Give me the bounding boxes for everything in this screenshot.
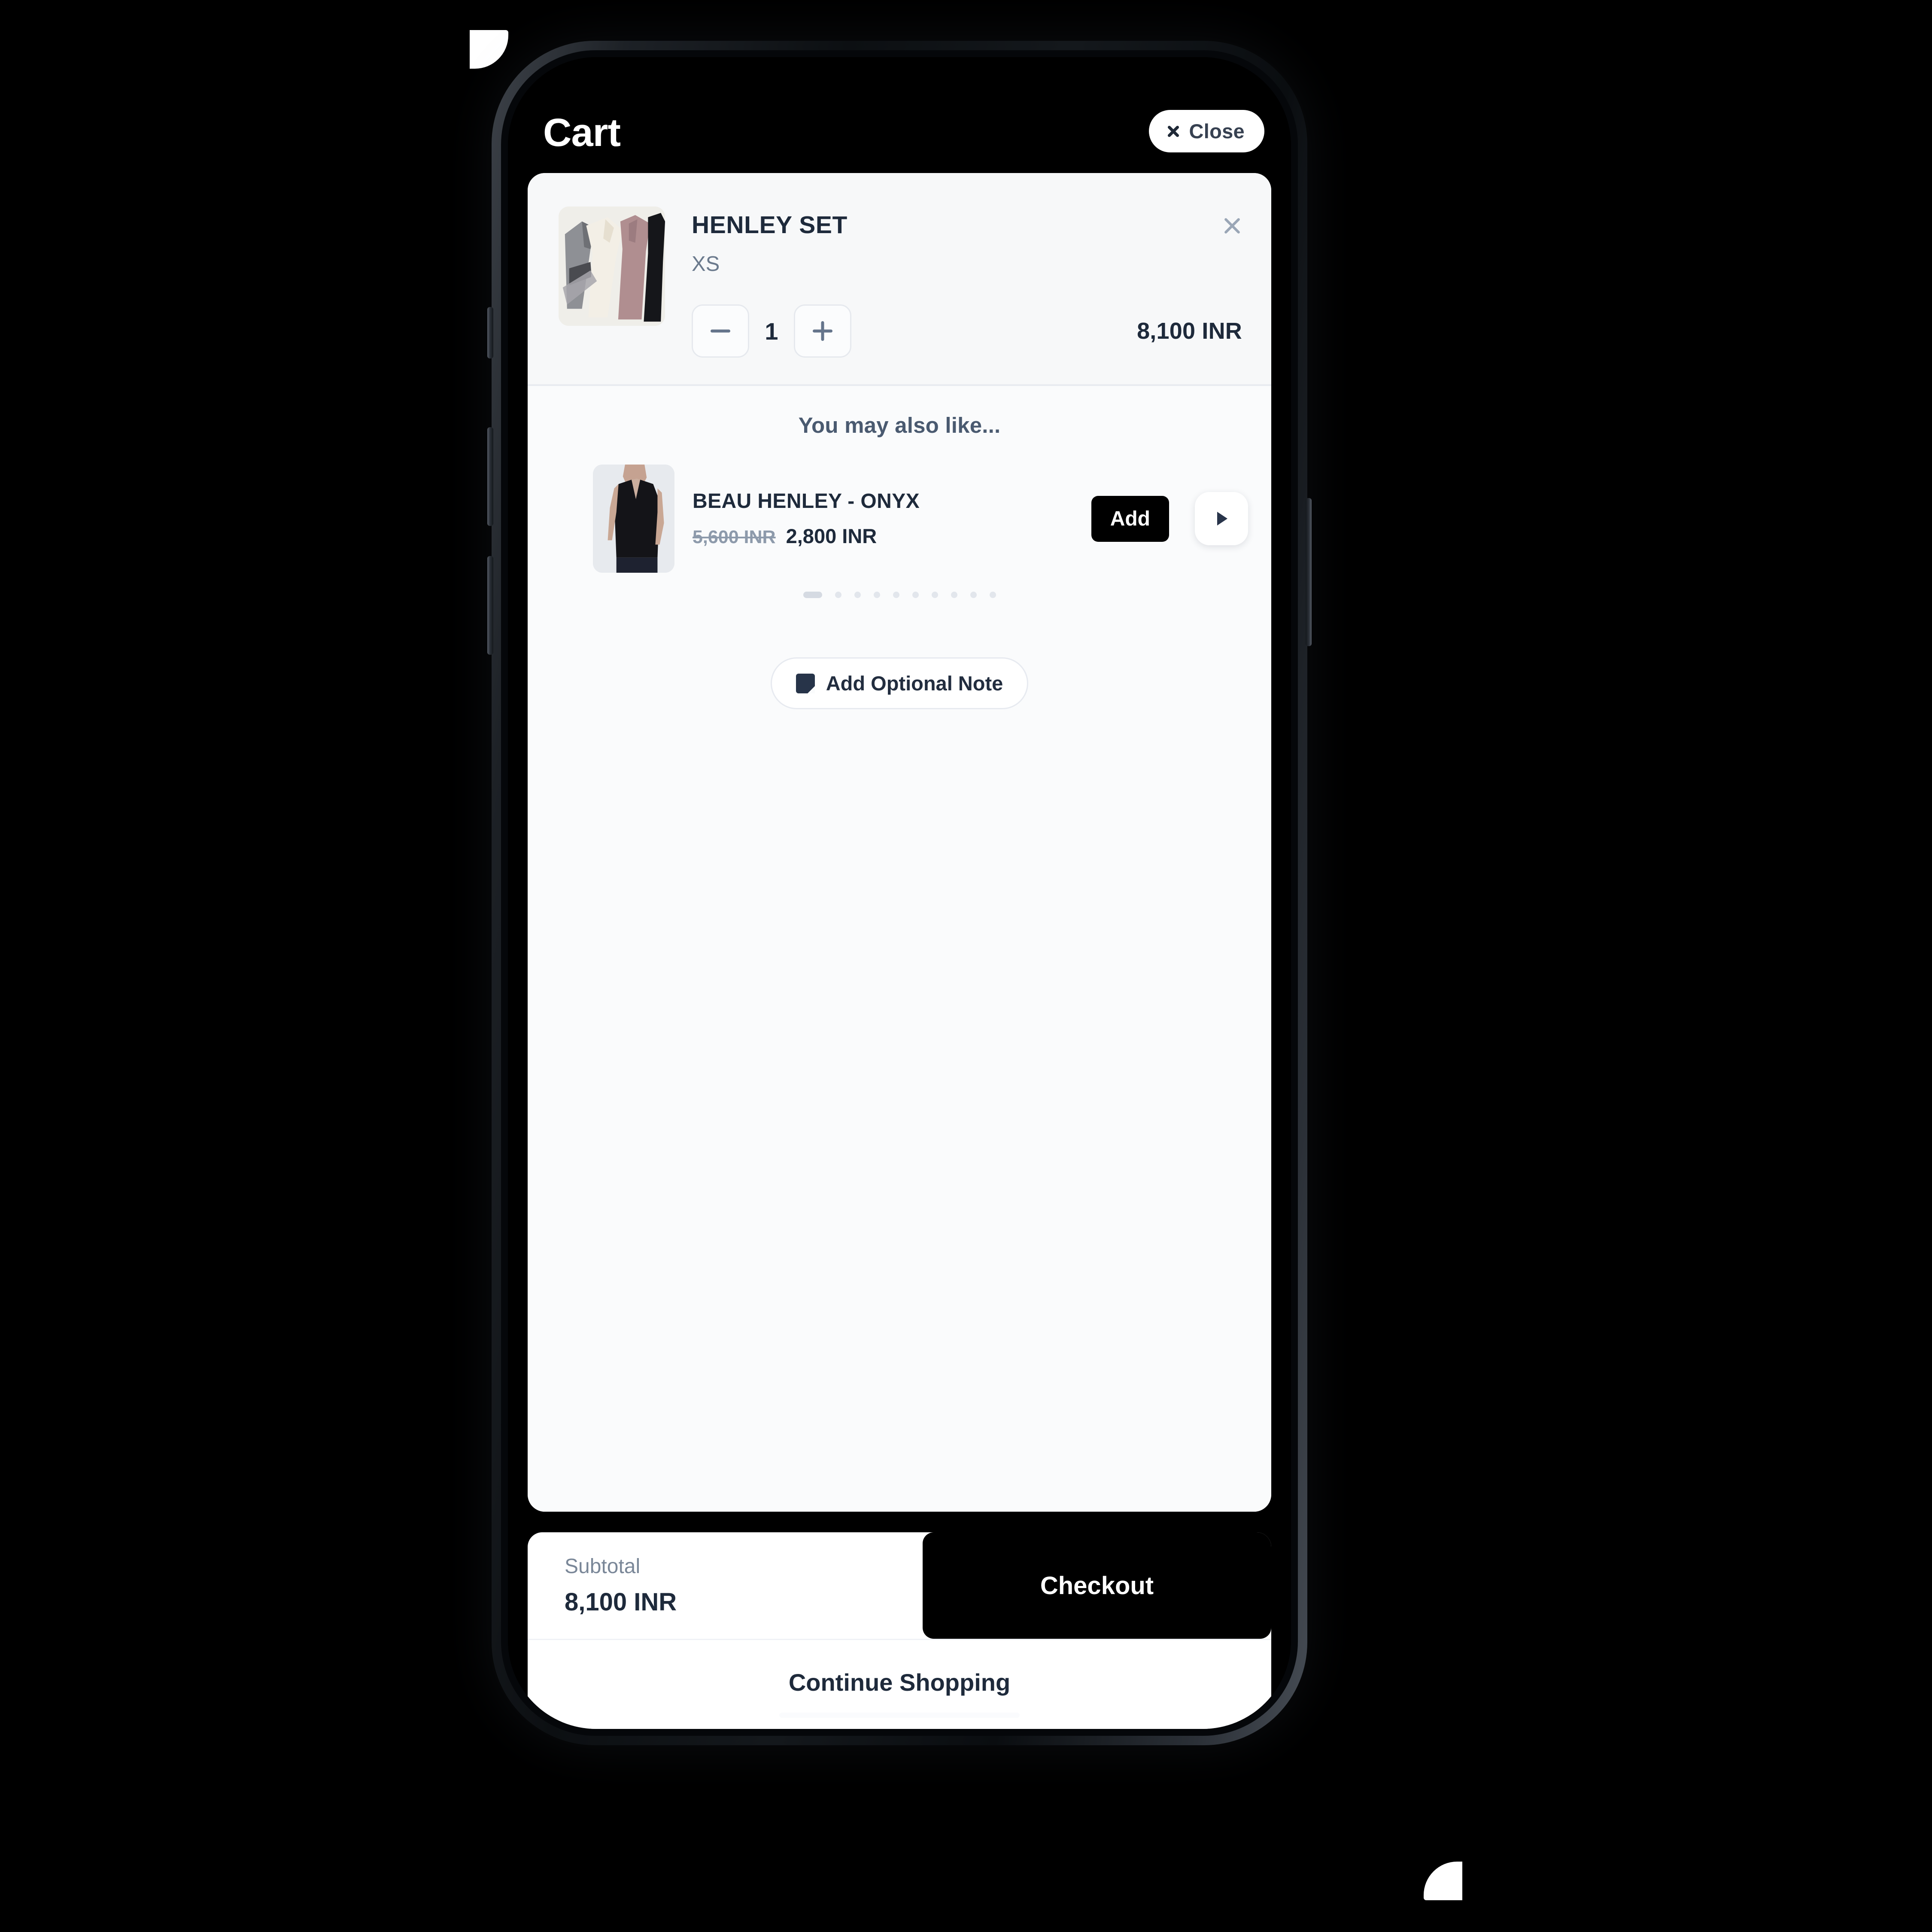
note-icon (796, 673, 815, 693)
carousel-dots (528, 592, 1271, 598)
add-optional-note-label: Add Optional Note (826, 672, 1003, 695)
carousel-dot[interactable] (835, 592, 841, 598)
subtotal-block: Subtotal 8,100 INR (528, 1532, 923, 1639)
phone-bezel: Cart Close HENLEY SET XS 1 8,100 INR You… (501, 50, 1298, 1736)
phone-volume-up-button[interactable] (487, 427, 493, 526)
recommendations-section: You may also like... BEAU HENLEY - ONYX … (528, 386, 1271, 609)
cart-line-foot: 1 8,100 INR (692, 304, 1245, 358)
sheet-empty-space (528, 709, 1271, 1512)
recommendation-info: BEAU HENLEY - ONYX 5,600 INR 2,800 INR (693, 489, 1073, 548)
cart-line-head: HENLEY SET (692, 211, 1245, 239)
decrease-quantity-button[interactable] (692, 304, 749, 358)
quantity-stepper: 1 (692, 304, 851, 358)
watermark-top-left (470, 30, 508, 69)
quantity-value: 1 (765, 317, 778, 345)
screenshot-stage: Cart Close HENLEY SET XS 1 8,100 INR You… (0, 0, 1932, 1932)
product-thumbnail[interactable] (559, 207, 665, 326)
product-title: HENLEY SET (692, 211, 848, 239)
cart-line-item: HENLEY SET XS 1 8,100 INR (528, 173, 1271, 384)
carousel-dot[interactable] (854, 592, 861, 598)
watermark-bottom-right (1424, 1862, 1462, 1900)
close-button[interactable]: Close (1148, 110, 1264, 152)
cart-sheet: HENLEY SET XS 1 8,100 INR You may also l… (528, 173, 1271, 1512)
page-title: Cart (543, 111, 621, 155)
carousel-dot[interactable] (803, 592, 822, 598)
phone-power-button[interactable] (1306, 498, 1312, 646)
cart-line-items: HENLEY SET XS 1 8,100 INR (528, 173, 1271, 384)
remove-item-button[interactable] (1220, 213, 1245, 238)
cart-line-body: HENLEY SET XS 1 8,100 INR (692, 207, 1245, 358)
cart-app: Cart Close HENLEY SET XS 1 8,100 INR You… (508, 57, 1291, 1729)
carousel-dot[interactable] (951, 592, 957, 598)
recommendations-title: You may also like... (798, 413, 1001, 437)
carousel-dot[interactable] (989, 592, 996, 598)
carousel-dot[interactable] (893, 592, 899, 598)
home-indicator (779, 1713, 1020, 1718)
close-x-icon (1166, 124, 1181, 139)
product-line-price: 8,100 INR (1137, 318, 1242, 344)
footer-summary-row: Subtotal 8,100 INR Checkout (528, 1532, 1271, 1639)
carousel-dot[interactable] (970, 592, 977, 598)
phone-device-frame: Cart Close HENLEY SET XS 1 8,100 INR You… (487, 41, 1312, 1745)
phone-mute-switch[interactable] (487, 307, 493, 358)
carousel-dot[interactable] (912, 592, 919, 598)
subtotal-label: Subtotal (565, 1555, 641, 1578)
checkout-button[interactable]: Checkout (923, 1532, 1271, 1639)
add-recommendation-button[interactable]: Add (1091, 495, 1169, 542)
cart-header: Cart Close (508, 57, 1291, 173)
recommendation-name: BEAU HENLEY - ONYX (693, 490, 920, 513)
recommendations-next-button[interactable] (1195, 492, 1248, 545)
product-thumbnail-image (559, 207, 665, 326)
recommendation-thumbnail-image (593, 465, 674, 573)
recommendation-compare-price: 5,600 INR (693, 527, 776, 547)
carousel-dot[interactable] (931, 592, 938, 598)
recommendation-thumbnail[interactable] (593, 465, 674, 573)
carousel-dot[interactable] (873, 592, 880, 598)
phone-volume-down-button[interactable] (487, 556, 493, 655)
close-button-label: Close (1189, 120, 1245, 143)
recommendation-prices: 5,600 INR 2,800 INR (693, 524, 1073, 548)
phone-screen: Cart Close HENLEY SET XS 1 8,100 INR You… (508, 57, 1291, 1729)
subtotal-value: 8,100 INR (565, 1588, 677, 1616)
recommendation-item: BEAU HENLEY - ONYX 5,600 INR 2,800 INR A… (528, 465, 1271, 573)
add-optional-note-button[interactable]: Add Optional Note (770, 657, 1029, 709)
note-row: Add Optional Note (528, 609, 1271, 709)
cart-footer: Subtotal 8,100 INR Checkout Continue Sho… (528, 1532, 1271, 1729)
increase-quantity-button[interactable] (794, 304, 851, 358)
product-variant: XS (692, 252, 720, 276)
recommendation-price: 2,800 INR (786, 525, 877, 547)
